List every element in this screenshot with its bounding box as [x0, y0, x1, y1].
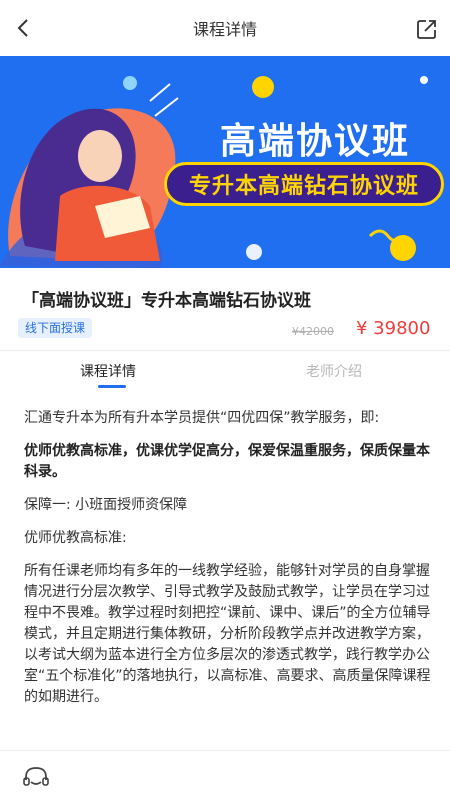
bottom-bar [0, 750, 450, 800]
tab-course-detail[interactable]: 课程详情 [80, 361, 136, 381]
mode-tag: 线下面授课 [18, 318, 93, 338]
customer-service-button[interactable] [22, 765, 50, 791]
guarantee-heading: 保障一: 小班面授师资保障 [24, 497, 188, 513]
intro-text: 汇通专升本为所有升本学员提供“四优四保”教学服务，即: [24, 410, 380, 426]
active-tab-indicator [98, 385, 126, 388]
banner-subtitle: 专升本高端钻石协议班 [188, 174, 419, 199]
divider [0, 350, 450, 351]
back-button[interactable] [10, 14, 36, 42]
nav-header: 课程详情 [0, 0, 450, 56]
body-text: 所有任课老师均有多年的一线教学经验，能够针对学员的自身掌握情况进行分层次教学、引… [24, 563, 431, 705]
banner-title: 高端协议班 [219, 121, 410, 162]
original-price: ¥42000 [292, 325, 334, 338]
highlight-text: 优师优教高标准，优课优学促高分，保爱保温重服务，保质保量本科录。 [24, 443, 430, 480]
share-button[interactable] [416, 18, 438, 40]
page-title: 课程详情 [192, 20, 257, 39]
tab-teacher-intro[interactable]: 老师介绍 [306, 361, 362, 381]
chevron-left-icon [17, 19, 28, 37]
course-banner: 高端协议班 专升本高端钻石协议班 [0, 56, 450, 268]
course-name: 「高端协议班」专升本高端钻石协议班 [22, 291, 311, 311]
detail-tabs: 课程详情 老师介绍 [0, 352, 450, 392]
subheading: 优师优教高标准: [24, 530, 127, 546]
current-price: ¥ 39800 [356, 318, 431, 339]
banner-subtitle-pill: 专升本高端钻石协议班 [164, 162, 444, 206]
customer-service-icon [23, 767, 49, 786]
share-icon [417, 20, 436, 39]
course-description: 汇通专升本为所有升本学员提供“四优四保”教学服务，即: 优师优教高标准，优课优学… [24, 408, 434, 720]
